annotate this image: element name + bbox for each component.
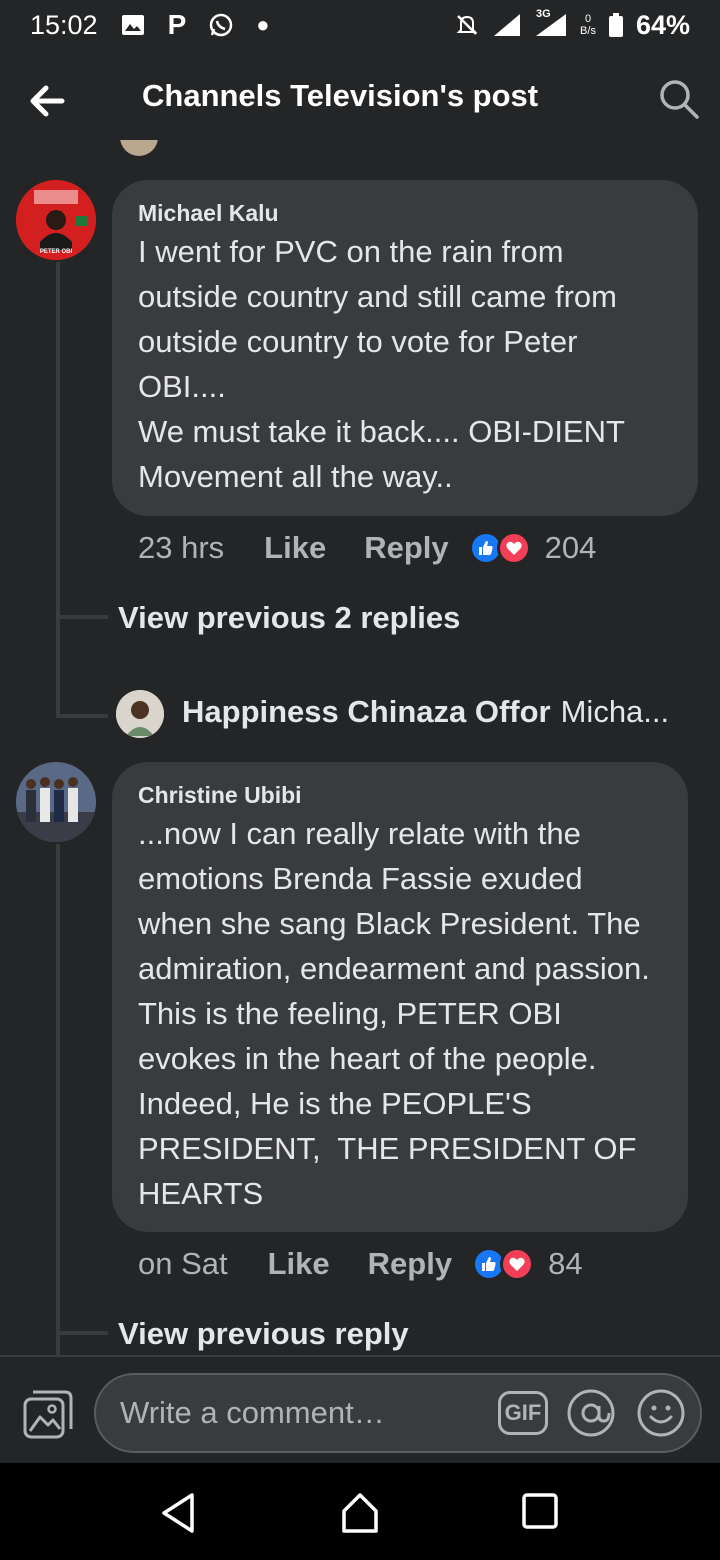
comment-text: ...now I can really relate with the emot…: [138, 816, 658, 1211]
avatar[interactable]: PETER OBI: [16, 180, 96, 260]
emoji-icon[interactable]: [636, 1388, 686, 1438]
reactions[interactable]: [472, 1247, 535, 1281]
view-previous-replies-link[interactable]: View previous 2 replies: [118, 600, 460, 636]
profile-photo: [116, 690, 164, 738]
more-notifications-dot-icon: ●: [256, 12, 270, 37]
data-speed: 0 B/s: [580, 13, 596, 37]
whatsapp-icon: [210, 13, 233, 37]
battery-icon: [608, 13, 623, 37]
nav-home-icon[interactable]: [340, 1491, 380, 1535]
reply-preview[interactable]: Happiness Chinaza Offor Micha...: [182, 694, 669, 730]
peter-obi-poster-image: PETER OBI: [16, 180, 96, 260]
avatar[interactable]: [116, 690, 164, 738]
comment-time[interactable]: on Sat: [138, 1246, 228, 1282]
back-arrow-icon[interactable]: [26, 80, 68, 122]
thread-line-1: [56, 262, 60, 718]
reply-button[interactable]: Reply: [368, 1246, 452, 1282]
previous-comment-avatar-edge: [120, 140, 158, 156]
data-speed-unit: B/s: [580, 25, 596, 37]
status-bar: 15:02 P ● 3G 0 B/s 64%: [0, 0, 720, 50]
love-reaction-icon: [496, 531, 531, 565]
comment-author[interactable]: Michael Kalu: [138, 200, 672, 227]
signal-icon: [494, 14, 521, 36]
mention-at-icon[interactable]: [566, 1388, 616, 1438]
system-nav-bar: [0, 1463, 720, 1560]
like-button[interactable]: Like: [264, 530, 326, 566]
data-speed-value: 0: [584, 13, 592, 25]
nav-back-icon[interactable]: [158, 1491, 198, 1535]
comment-author[interactable]: Christine Ubibi: [138, 782, 662, 809]
reaction-count[interactable]: 204: [545, 530, 597, 566]
thread-line-2: [56, 844, 60, 1356]
comment-actions: 23 hrs Like Reply 204: [138, 530, 596, 566]
signal-3g-icon: 3G: [534, 8, 568, 38]
gallery-notification-icon: [121, 15, 144, 35]
avatar[interactable]: [16, 762, 96, 842]
reply-author[interactable]: Happiness Chinaza Offor: [182, 694, 551, 729]
nav-recents-icon[interactable]: [522, 1493, 558, 1529]
app-bar: Channels Television's post: [0, 60, 720, 140]
reaction-count[interactable]: 84: [548, 1246, 582, 1282]
comment-bubble[interactable]: Michael Kalu I went for PVC on the rain …: [112, 180, 698, 516]
gif-button[interactable]: GIF: [498, 1391, 548, 1435]
network-type-label: 3G: [536, 8, 551, 20]
comment-bubble[interactable]: Christine Ubibi ...now I can really rela…: [112, 762, 688, 1232]
reply-snippet: Micha...: [560, 694, 670, 729]
svg-text:PETER OBI: PETER OBI: [40, 249, 73, 255]
comment-text: I went for PVC on the rain from outside …: [138, 234, 625, 494]
love-reaction-icon: [500, 1247, 535, 1281]
carrier-p-icon: P: [167, 9, 187, 40]
search-icon[interactable]: [658, 78, 700, 120]
group-photo: [16, 762, 96, 842]
status-time: 15:02: [30, 9, 98, 40]
thread-branch-reply-preview: [56, 714, 108, 718]
battery-percent: 64%: [635, 9, 690, 40]
reactions[interactable]: [468, 531, 531, 565]
comment-actions: on Sat Like Reply 84: [138, 1246, 583, 1282]
comment-input-placeholder: Write a comment…: [120, 1395, 385, 1430]
view-previous-reply-link[interactable]: View previous reply: [118, 1316, 409, 1352]
photo-icon[interactable]: [22, 1389, 74, 1441]
mute-bell-icon: [456, 15, 478, 35]
page-title: Channels Television's post: [142, 78, 539, 113]
thread-branch-view-replies-1: [56, 615, 108, 619]
thread-branch-view-replies-2: [56, 1331, 108, 1335]
reply-button[interactable]: Reply: [364, 530, 448, 566]
comment-time[interactable]: 23 hrs: [138, 530, 224, 566]
like-button[interactable]: Like: [268, 1246, 330, 1282]
